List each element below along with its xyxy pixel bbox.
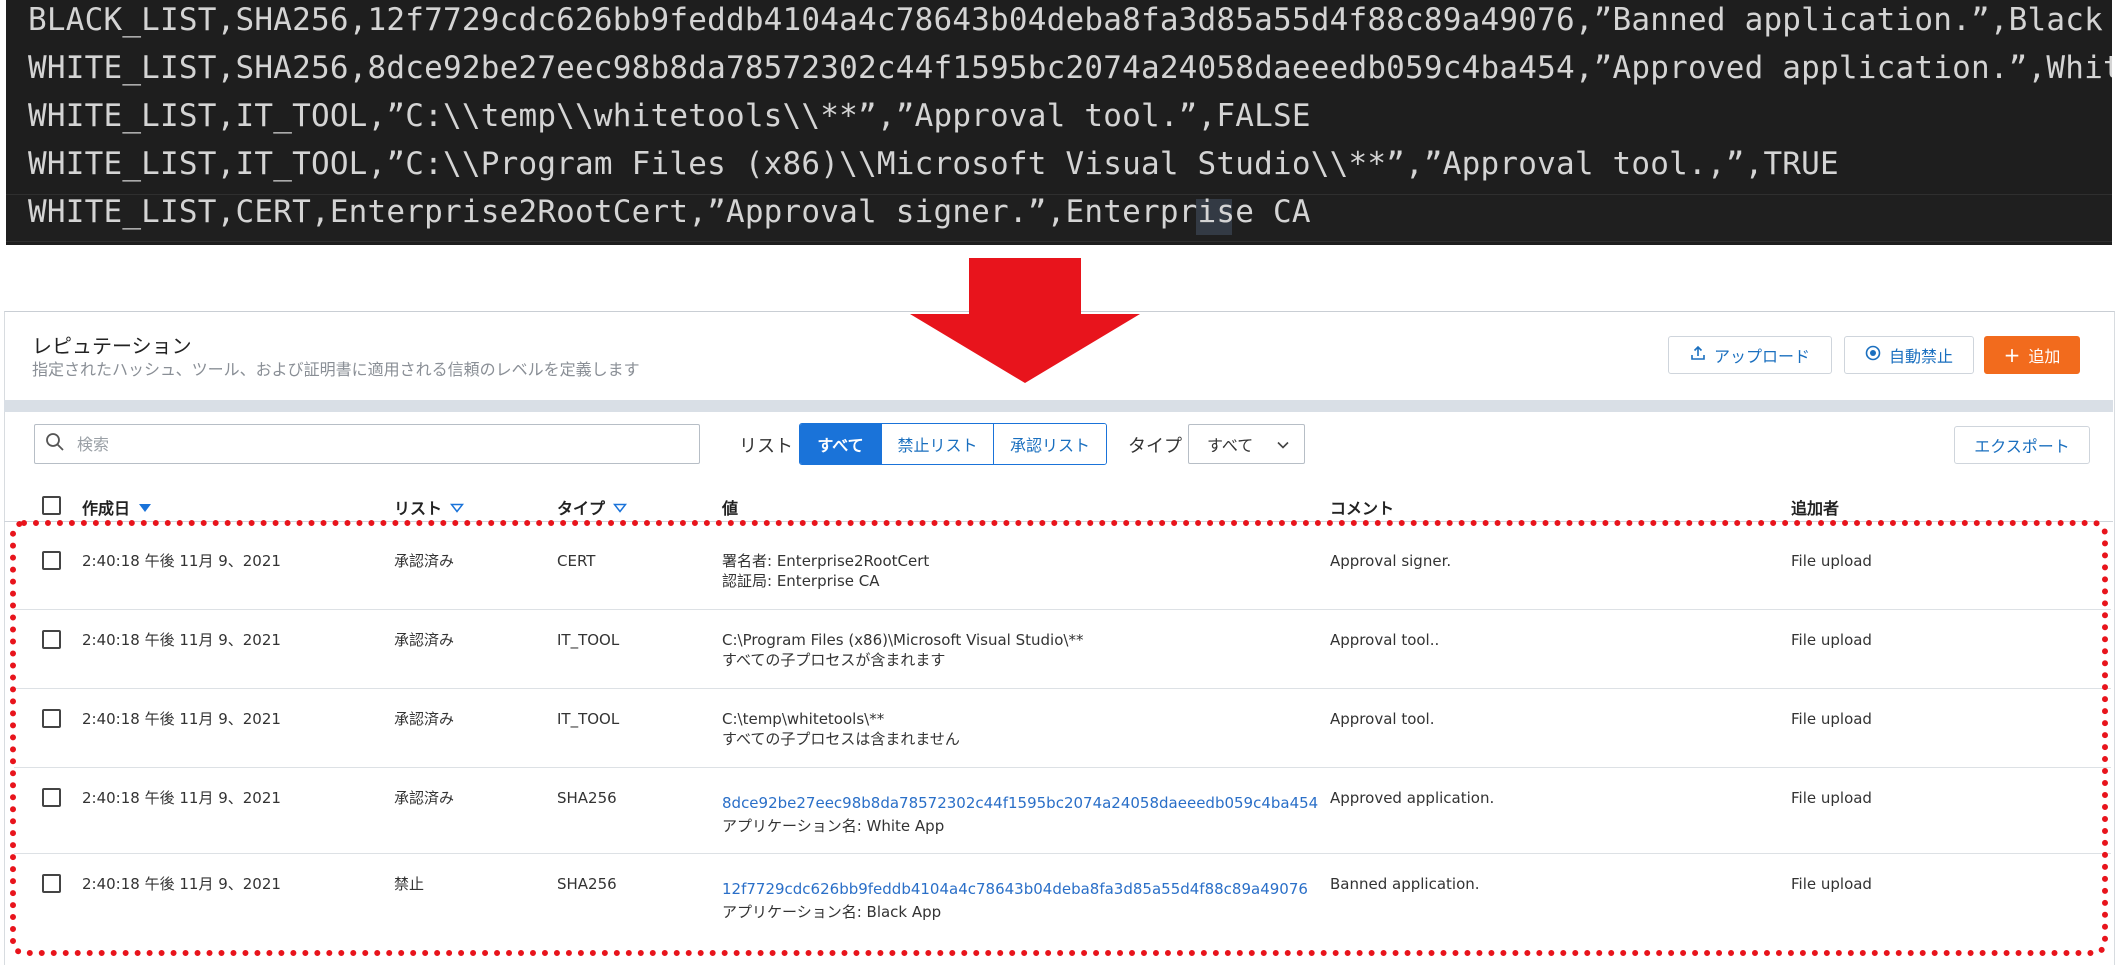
row-comment: Approval signer. (1330, 552, 1452, 570)
add-button[interactable]: + 追加 (1984, 336, 2080, 374)
filter-triangle-icon (612, 498, 628, 517)
row-date: 2:40:18 午後 11月 9、2021 (82, 710, 281, 728)
column-header-type[interactable]: タイプ (557, 495, 628, 519)
search-box[interactable] (34, 424, 700, 464)
upload-label: アップロード (1713, 347, 1810, 366)
row-value-secondary: アプリケーション名: White App (722, 817, 945, 835)
csv-line: WHITE_LIST,IT_TOOL,”C:\\Program Files (x… (28, 146, 1839, 182)
csv-line: WHITE_LIST,SHA256,8dce92be27eec98b8da785… (28, 50, 2112, 86)
hash-link[interactable]: 12f7729cdc626bb9feddb4104a4c78643b04deba… (722, 878, 1308, 901)
list-filter-all[interactable]: すべて (800, 424, 882, 464)
filter-triangle-icon (449, 498, 465, 517)
header-divider (4, 521, 2113, 522)
row-value-secondary: 認証局: Enterprise CA (722, 572, 880, 590)
column-header-list[interactable]: リスト (394, 495, 465, 519)
row-list: 禁止 (394, 875, 425, 893)
row-value: 12f7729cdc626bb9feddb4104a4c78643b04deba… (722, 878, 1308, 924)
row-type: IT_TOOL (557, 631, 620, 649)
row-list: 承認済み (394, 631, 455, 649)
row-divider (14, 767, 2111, 768)
hash-link[interactable]: 8dce92be27eec98b8da78572302c44f1595bc207… (722, 792, 1318, 815)
row-added-by: File upload (1791, 552, 1872, 570)
row-type: CERT (557, 552, 596, 570)
auto-ban-label: 自動禁止 (1888, 347, 1953, 366)
row-value: 8dce92be27eec98b8da78572302c44f1595bc207… (722, 792, 1318, 838)
row-value: 署名者: Enterprise2RootCert 認証局: Enterprise… (722, 551, 929, 591)
csv-line: WHITE_LIST,IT_TOOL,”C:\\temp\\whitetools… (28, 98, 1311, 134)
type-select-value: すべて (1207, 436, 1254, 455)
sort-desc-icon (138, 498, 152, 517)
csv-line: WHITE_LIST,CERT,Enterprise2RootCert,”App… (28, 194, 1311, 230)
row-list: 承認済み (394, 552, 455, 570)
section-divider (4, 400, 2113, 412)
row-type: SHA256 (557, 875, 617, 893)
export-label: エクスポート (1974, 437, 2070, 456)
row-value-primary: 署名者: Enterprise2RootCert (722, 552, 930, 570)
search-input[interactable] (75, 433, 679, 455)
row-added-by: File upload (1791, 631, 1872, 649)
row-divider (14, 688, 2111, 689)
list-filter-group: すべて 禁止リスト 承認リスト (799, 423, 1107, 465)
row-type: SHA256 (557, 789, 617, 807)
row-comment: Approved application. (1330, 789, 1495, 807)
row-value-secondary: すべての子プロセスが含まれます (722, 651, 946, 669)
type-filter-label: タイプ (1128, 436, 1182, 457)
column-header-list-label: リスト (394, 499, 443, 518)
row-date: 2:40:18 午後 11月 9、2021 (82, 552, 281, 570)
column-header-comment: コメント (1330, 499, 1395, 518)
row-list: 承認済み (394, 789, 455, 807)
row-value-secondary: すべての子プロセスは含まれません (722, 730, 960, 748)
row-value-primary: C:\Program Files (x86)\Microsoft Visual … (722, 631, 1084, 649)
select-all-checkbox[interactable] (42, 496, 61, 515)
plus-icon: + (2003, 343, 2021, 367)
upload-button[interactable]: アップロード (1668, 336, 1832, 374)
column-header-value: 値 (722, 499, 739, 518)
row-checkbox[interactable] (42, 709, 61, 728)
row-type: IT_TOOL (557, 710, 620, 728)
row-date: 2:40:18 午後 11月 9、2021 (82, 789, 281, 807)
csv-line: BLACK_LIST,SHA256,12f7729cdc626bb9feddb4… (28, 2, 2112, 38)
row-value: C:\Program Files (x86)\Microsoft Visual … (722, 630, 1083, 670)
search-icon (45, 432, 65, 456)
list-filter-label: リスト (739, 436, 793, 457)
export-button[interactable]: エクスポート (1954, 426, 2090, 464)
row-date: 2:40:18 午後 11月 9、2021 (82, 631, 281, 649)
column-header-created-label: 作成日 (82, 499, 131, 518)
row-value-primary: C:\temp\whitetools\** (722, 710, 885, 728)
chevron-down-icon (1276, 435, 1290, 454)
column-header-added-by: 追加者 (1791, 499, 1840, 518)
list-filter-blacklist[interactable]: 禁止リスト (882, 424, 994, 464)
upload-icon (1690, 345, 1706, 365)
list-filter-whitelist[interactable]: 承認リスト (994, 424, 1106, 464)
csv-source-editor: BLACK_LIST,SHA256,12f7729cdc626bb9feddb4… (6, 0, 2112, 245)
row-value: C:\temp\whitetools\** すべての子プロセスは含まれません (722, 709, 960, 749)
row-added-by: File upload (1791, 875, 1872, 893)
row-checkbox[interactable] (42, 630, 61, 649)
column-header-type-label: タイプ (557, 499, 606, 518)
column-header-created[interactable]: 作成日 (82, 495, 152, 519)
row-comment: Approval tool.. (1330, 631, 1440, 649)
row-divider (14, 853, 2111, 854)
row-value-secondary: アプリケーション名: Black App (722, 903, 942, 921)
row-date: 2:40:18 午後 11月 9、2021 (82, 875, 281, 893)
row-checkbox[interactable] (42, 874, 61, 893)
row-comment: Banned application. (1330, 875, 1480, 893)
row-added-by: File upload (1791, 710, 1872, 728)
type-select[interactable]: すべて (1188, 424, 1305, 464)
row-divider (14, 609, 2111, 610)
row-checkbox[interactable] (42, 788, 61, 807)
row-list: 承認済み (394, 710, 455, 728)
add-label: 追加 (2028, 347, 2061, 366)
page-title: レピュテーション (32, 334, 192, 358)
auto-ban-button[interactable]: 自動禁止 (1844, 336, 1974, 374)
page-subtitle: 指定されたハッシュ、ツール、および証明書に適用される信頼のレベルを定義します (32, 360, 640, 379)
row-checkbox[interactable] (42, 551, 61, 570)
row-comment: Approval tool. (1330, 710, 1435, 728)
circle-dot-icon (1865, 345, 1881, 365)
row-added-by: File upload (1791, 789, 1872, 807)
